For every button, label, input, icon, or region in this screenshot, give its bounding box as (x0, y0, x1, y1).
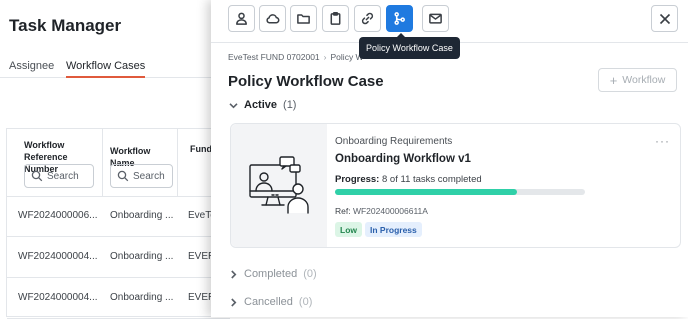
workflow-cases-table: Workflow Reference Number Search Workflo… (6, 128, 230, 319)
progress-value: 8 of 11 tasks completed (382, 174, 482, 185)
chevron-right-icon (231, 269, 237, 279)
column-header-workflow-name: Workflow Name Search (103, 129, 178, 197)
user-button[interactable] (228, 5, 255, 32)
clipboard-icon (330, 11, 341, 25)
tab-workflow-cases[interactable]: Workflow Cases (66, 60, 146, 78)
breadcrumb: EveTest FUND 0702001 › Policy W (228, 52, 364, 62)
section-cancelled-count: (0) (298, 296, 313, 308)
section-active-count: (1) (283, 99, 297, 111)
more-options-icon[interactable]: ··· (655, 134, 670, 148)
folder-icon (297, 14, 310, 24)
table-header: Workflow Reference Number Search Workflo… (7, 129, 230, 197)
section-completed-label: Completed (244, 268, 298, 280)
workflow-icon (394, 12, 405, 25)
reference: Ref: WF202400006611A (335, 206, 428, 216)
add-workflow-button[interactable]: + Workflow (598, 68, 677, 92)
search-placeholder: Search (47, 170, 79, 182)
column-header-reference: Workflow Reference Number Search (7, 129, 103, 197)
breadcrumb-separator: › (323, 52, 327, 62)
cell-workflow-name: Onboarding ... (110, 210, 174, 221)
close-icon (659, 13, 670, 24)
card-title: Onboarding Workflow v1 (335, 153, 471, 165)
search-placeholder: Search (133, 170, 165, 182)
link-icon (361, 12, 374, 25)
status-badge: In Progress (365, 222, 422, 237)
chevron-right-icon (231, 297, 237, 307)
card-body: Onboarding Requirements ··· Onboarding W… (335, 124, 680, 247)
clipboard-button[interactable] (322, 5, 349, 32)
cell-reference: WF2024000006... (18, 210, 98, 221)
cloud-icon (266, 14, 280, 24)
table-row[interactable]: WF2024000006... Onboarding ... EveTe (7, 197, 230, 237)
chevron-down-icon (229, 102, 238, 108)
reference-label: Ref: (335, 206, 351, 216)
section-active-toggle[interactable]: Active (1) (229, 99, 296, 111)
mail-icon (429, 13, 442, 24)
cell-workflow-name: Onboarding ... (110, 292, 174, 303)
card-category: Onboarding Requirements (335, 136, 453, 147)
search-input[interactable]: Search (110, 164, 173, 188)
reference-value: WF202400006611A (352, 206, 428, 216)
add-workflow-label: Workflow (622, 74, 666, 86)
section-cancelled-toggle[interactable]: Cancelled (0) (229, 296, 312, 308)
table-row[interactable]: WF2024000004... Onboarding ... EVER (7, 279, 230, 319)
search-input[interactable]: Search (24, 164, 94, 188)
cell-reference: WF2024000004... (18, 251, 98, 262)
link-button[interactable] (354, 5, 381, 32)
section-cancelled-label: Cancelled (244, 296, 293, 308)
workflow-case-card[interactable]: Onboarding Requirements ··· Onboarding W… (230, 123, 681, 248)
breadcrumb-fund[interactable]: EveTest FUND 0702001 (228, 52, 320, 62)
progress-text: Progress: 8 of 11 tasks completed (335, 174, 482, 185)
mail-button[interactable] (422, 5, 449, 32)
workflow-illustration (231, 124, 327, 247)
priority-badge: Low (335, 222, 362, 237)
onboarding-illustration-icon (249, 155, 309, 214)
progress-label: Progress: (335, 174, 380, 185)
cloud-button[interactable] (259, 5, 286, 32)
cell-reference: WF2024000004... (18, 292, 98, 303)
user-icon (236, 12, 247, 25)
search-icon (31, 170, 43, 182)
search-icon (117, 170, 129, 182)
cell-workflow-name: Onboarding ... (110, 251, 174, 262)
folder-button[interactable] (290, 5, 317, 32)
section-active-label: Active (244, 99, 278, 111)
section-completed-count: (0) (303, 268, 317, 280)
progress-bar-fill (335, 189, 517, 195)
task-manager-background: Task Manager Assignee Workflow Cases Wor… (0, 0, 230, 319)
page-title-task-manager: Task Manager (9, 16, 122, 35)
section-completed-toggle[interactable]: Completed (0) (229, 268, 317, 280)
table-row[interactable]: WF2024000004... Onboarding ... EVER (7, 238, 230, 278)
close-button[interactable] (651, 5, 678, 32)
column-label: Fund (190, 144, 212, 154)
tab-assignee[interactable]: Assignee (9, 60, 54, 72)
plus-icon: + (609, 72, 618, 88)
workflow-tooltip: Policy Workflow Case (359, 33, 460, 59)
workflow-button-active[interactable] (386, 5, 413, 32)
tab-bar: Assignee Workflow Cases (0, 60, 230, 78)
page-title: Policy Workflow Case (228, 73, 384, 90)
progress-bar (335, 189, 585, 195)
